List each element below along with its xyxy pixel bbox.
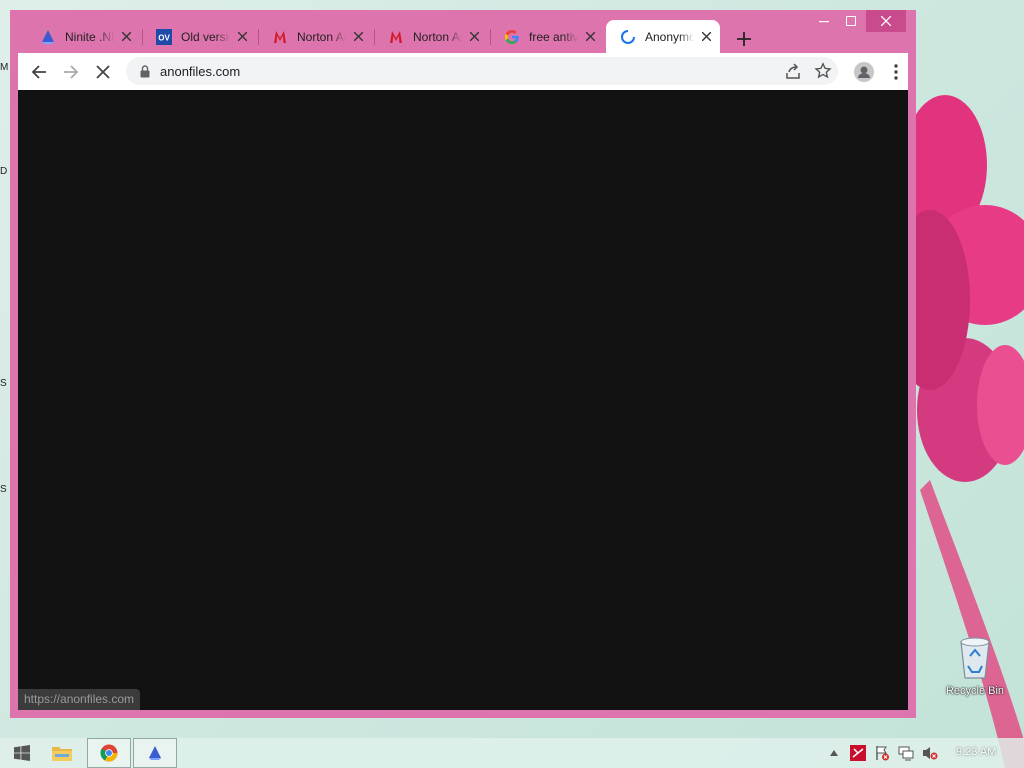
flag-warning-icon bbox=[876, 746, 889, 761]
norton-m-icon bbox=[388, 29, 404, 45]
status-url-bubble: https://anonfiles.com bbox=[18, 689, 141, 710]
ninite-icon bbox=[40, 29, 56, 45]
stop-loading-button[interactable] bbox=[90, 59, 116, 85]
plus-icon bbox=[737, 32, 751, 46]
desktop-icon-glimpse: M bbox=[0, 62, 9, 73]
url-text: anonfiles.com bbox=[160, 63, 241, 79]
page-content-area[interactable] bbox=[18, 90, 908, 710]
show-hidden-icons-button[interactable] bbox=[826, 745, 842, 761]
more-vertical-icon bbox=[894, 64, 898, 80]
account-avatar-icon bbox=[854, 62, 874, 82]
close-tab-icon[interactable] bbox=[698, 29, 714, 45]
tab-title: Ninite .NE bbox=[65, 29, 114, 44]
volume-muted-icon bbox=[923, 747, 938, 760]
close-tab-icon[interactable] bbox=[350, 29, 366, 45]
desktop-icon-glimpse: D bbox=[0, 166, 8, 177]
forward-button[interactable] bbox=[58, 59, 84, 85]
share-icon[interactable] bbox=[784, 63, 802, 81]
windows-logo-icon bbox=[14, 745, 30, 761]
tray-security-alert[interactable] bbox=[850, 745, 866, 761]
chevron-up-icon bbox=[830, 750, 838, 756]
address-bar[interactable]: anonfiles.com bbox=[126, 57, 838, 85]
close-tab-icon[interactable] bbox=[466, 29, 482, 45]
recycle-bin-icon bbox=[960, 637, 990, 679]
recycle-bin[interactable]: Recycle Bin bbox=[940, 636, 1010, 697]
lock-icon bbox=[138, 64, 152, 78]
close-icon bbox=[881, 16, 891, 26]
menu-button[interactable] bbox=[883, 59, 909, 85]
tab-anonfiles-active[interactable]: Anonymo bbox=[606, 20, 720, 53]
tab-old-version[interactable]: OV Old versio bbox=[142, 20, 256, 53]
tab-title: Norton An bbox=[413, 29, 462, 44]
browser-window: Ninite .NE OV Old versio Norton An Norto… bbox=[10, 10, 916, 718]
close-tab-icon[interactable] bbox=[582, 29, 598, 45]
shield-alert-icon bbox=[850, 745, 866, 761]
bookmark-star-icon[interactable] bbox=[814, 62, 832, 80]
ninite-icon bbox=[149, 746, 161, 760]
folder-icon bbox=[52, 747, 72, 761]
minimize-icon bbox=[819, 21, 829, 23]
taskbar-ninite[interactable] bbox=[133, 738, 177, 768]
loading-spinner-icon bbox=[620, 29, 636, 45]
tab-norton-2[interactable]: Norton An bbox=[374, 20, 488, 53]
tray-volume[interactable] bbox=[922, 745, 938, 761]
close-tab-icon[interactable] bbox=[118, 29, 134, 45]
oldversion-icon-text: OV bbox=[158, 33, 170, 42]
network-icon bbox=[898, 746, 914, 761]
close-tab-icon[interactable] bbox=[234, 29, 250, 45]
tab-title: free antivi bbox=[529, 29, 578, 44]
browser-toolbar: anonfiles.com bbox=[18, 53, 908, 90]
oldversion-icon: OV bbox=[156, 28, 172, 45]
norton-m-icon bbox=[272, 29, 288, 45]
taskbar-clock[interactable]: 9:23 AM bbox=[956, 746, 996, 758]
desktop-icon-glimpse: S bbox=[0, 378, 7, 389]
close-icon bbox=[96, 65, 110, 79]
tray-action-center[interactable] bbox=[874, 745, 890, 761]
maximize-icon bbox=[846, 16, 856, 26]
taskbar-file-explorer[interactable] bbox=[40, 738, 84, 768]
taskbar-chrome[interactable] bbox=[87, 738, 131, 768]
taskbar: 9:23 AM bbox=[0, 738, 1024, 768]
tab-strip: Ninite .NE OV Old versio Norton An Norto… bbox=[10, 10, 916, 53]
arrow-left-icon bbox=[31, 65, 46, 79]
new-tab-button[interactable] bbox=[732, 27, 756, 51]
arrow-right-icon bbox=[64, 65, 79, 79]
profile-button[interactable] bbox=[851, 59, 877, 85]
tab-title: Old versio bbox=[181, 29, 230, 44]
tab-title: Anonymo bbox=[645, 29, 694, 44]
desktop-icon-glimpse: S bbox=[0, 484, 7, 495]
tab-title: Norton An bbox=[297, 29, 346, 44]
tray-network[interactable] bbox=[898, 745, 914, 761]
tab-norton-1[interactable]: Norton An bbox=[258, 20, 372, 53]
back-button[interactable] bbox=[26, 59, 52, 85]
tab-ninite[interactable]: Ninite .NE bbox=[26, 20, 140, 53]
tab-google-search[interactable]: free antivi bbox=[490, 20, 604, 53]
chrome-icon bbox=[100, 744, 118, 762]
google-icon bbox=[504, 29, 520, 45]
start-button[interactable] bbox=[0, 738, 44, 768]
maximize-button[interactable] bbox=[831, 10, 871, 32]
close-window-button[interactable] bbox=[866, 10, 906, 32]
recycle-bin-label: Recycle Bin bbox=[945, 685, 1005, 697]
